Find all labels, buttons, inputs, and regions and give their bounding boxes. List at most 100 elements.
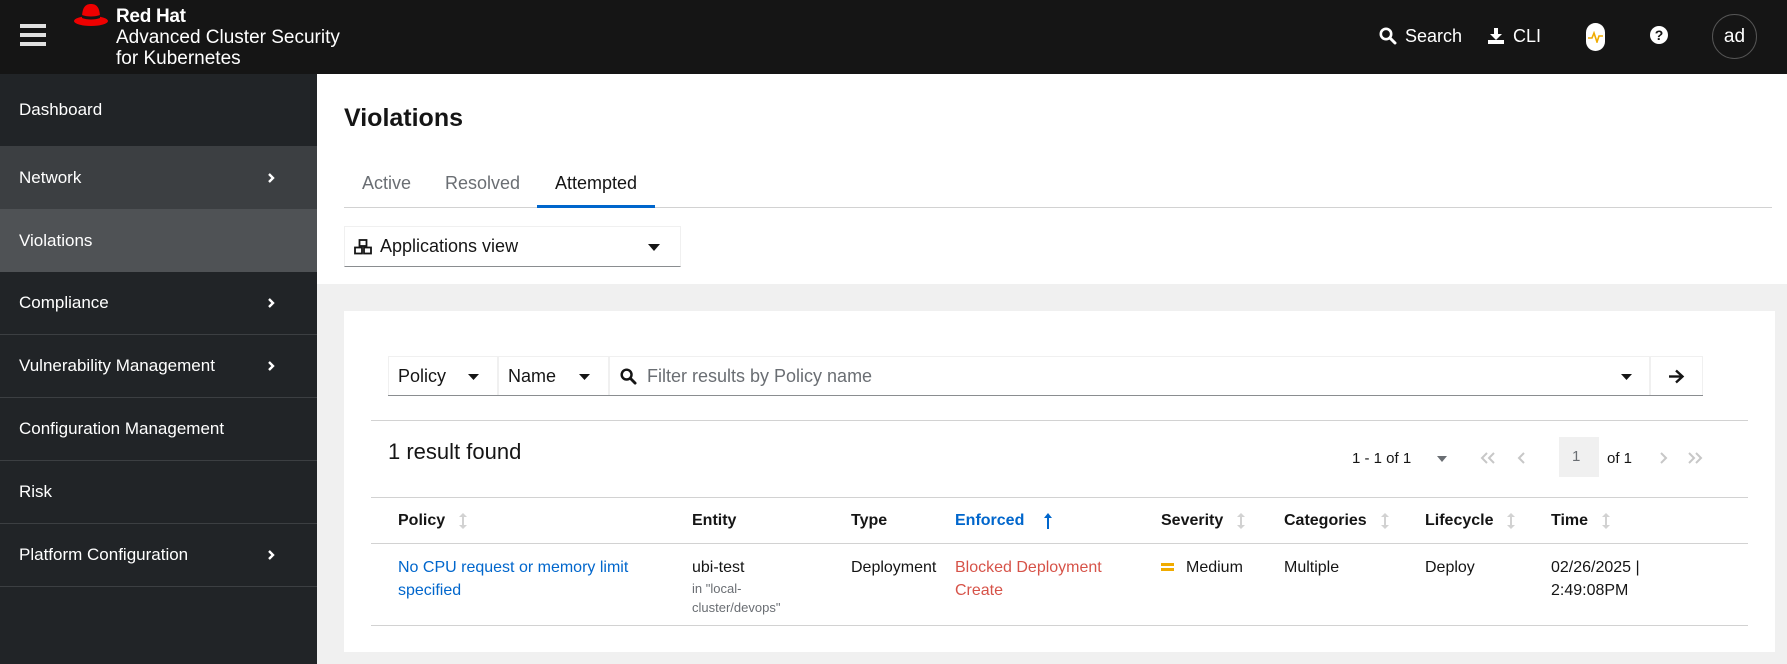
cli-label: CLI	[1513, 25, 1542, 46]
sidebar-item-violations[interactable]: Violations	[0, 209, 317, 272]
search-button[interactable]: Search	[1379, 22, 1462, 50]
cubes-icon	[354, 238, 372, 254]
divider	[371, 420, 1748, 421]
column-header-severity[interactable]: Severity	[1161, 512, 1246, 530]
filter-attribute-select[interactable]: Policy	[388, 356, 498, 395]
filter-field-select[interactable]: Name	[498, 356, 609, 395]
masthead: Red Hat Advanced Cluster Security for Ku…	[0, 0, 1787, 74]
sort-icon	[459, 513, 468, 529]
caret-down-icon	[468, 374, 479, 380]
column-label: Entity	[692, 512, 737, 529]
heartbeat-icon	[1588, 31, 1603, 43]
cell-type: Deployment	[851, 559, 937, 576]
column-header-categories[interactable]: Categories	[1284, 512, 1389, 530]
first-page-button[interactable]	[1480, 449, 1496, 469]
time-date: 02/26/2025 |	[1551, 559, 1640, 576]
caret-down-icon	[1437, 455, 1448, 462]
column-header-policy[interactable]: Policy	[398, 512, 468, 530]
filter-placeholder: Filter results by Policy name	[647, 365, 873, 386]
tab-active[interactable]: Active	[344, 158, 429, 208]
hamburger-line	[20, 24, 46, 28]
chevron-right-icon	[268, 361, 275, 371]
enforcement-line: Blocked Deployment	[955, 559, 1102, 576]
column-header-type: Type	[851, 512, 887, 530]
time-clock: 2:49:08PM	[1551, 582, 1629, 599]
filter-search-input[interactable]: Filter results by Policy name	[609, 356, 1650, 395]
cell-policy-link[interactable]: No CPU request or memory limit specified	[398, 556, 628, 602]
brand-product-line2: for Kubernetes	[116, 48, 241, 69]
caret-down-icon[interactable]	[1621, 374, 1632, 380]
page-header: Violations Active Resolved Attempted App…	[317, 74, 1787, 284]
policy-name-line: specified	[398, 582, 462, 599]
cell-categories: Multiple	[1284, 559, 1340, 576]
cli-download-button[interactable]: CLI	[1487, 22, 1541, 50]
filter-attribute-value: Policy	[398, 365, 447, 386]
caret-down-icon	[579, 374, 590, 380]
enforcement-line: Create	[955, 582, 1004, 599]
page-total: of 1	[1607, 450, 1633, 467]
column-header-time[interactable]: Time	[1551, 512, 1611, 530]
table-header-row: Policy Entity Type Enforced Severity Cat…	[371, 497, 1748, 544]
apply-filter-button[interactable]	[1650, 356, 1703, 395]
hamburger-line	[20, 42, 46, 46]
violations-tabs: Active Resolved Attempted	[344, 158, 1772, 208]
page-number-input[interactable]: 1	[1559, 437, 1599, 477]
policy-name-line: No CPU request or memory limit	[398, 559, 629, 576]
double-chevron-left-icon	[1480, 452, 1495, 464]
sort-icon	[1237, 513, 1246, 529]
cell-entity: ubi-test in "local- cluster/devops"	[692, 556, 780, 617]
system-health-button[interactable]	[1586, 23, 1605, 51]
chevron-right-icon	[268, 298, 275, 308]
sort-icon	[1507, 513, 1516, 529]
cell-enforced: Blocked Deployment Create	[955, 556, 1102, 602]
view-select[interactable]: Applications view	[344, 226, 681, 267]
tab-resolved[interactable]: Resolved	[427, 158, 538, 208]
tab-attempted[interactable]: Attempted	[537, 158, 656, 208]
filter-field-value: Name	[508, 365, 557, 386]
violations-table: Policy Entity Type Enforced Severity Cat…	[371, 497, 1748, 626]
sidebar-item-label: Compliance	[19, 293, 109, 312]
violations-card: Policy Name Filter results by Policy nam…	[344, 311, 1775, 652]
medium-severity-icon	[1161, 562, 1174, 573]
help-icon[interactable]: ?	[1650, 26, 1668, 44]
double-chevron-right-icon	[1688, 452, 1703, 464]
table-row[interactable]: No CPU request or memory limit specified…	[371, 544, 1748, 626]
caret-down-icon	[648, 244, 660, 251]
per-page-select[interactable]: 1 - 1 of 1	[1352, 450, 1448, 467]
user-avatar[interactable]: ad	[1712, 14, 1757, 59]
search-label: Search	[1405, 25, 1463, 46]
entity-location: in "local-	[692, 581, 742, 596]
column-header-enforced[interactable]: Enforced	[955, 512, 1053, 530]
column-label: Enforced	[955, 512, 1025, 529]
sidebar-item-label: Network	[19, 167, 82, 187]
sort-ascending-icon	[1044, 513, 1053, 529]
last-page-button[interactable]	[1687, 449, 1703, 469]
sidebar-item-risk[interactable]: Risk	[0, 461, 317, 524]
hamburger-line	[20, 33, 46, 37]
next-page-button[interactable]	[1659, 449, 1668, 469]
sidebar-item-label: Risk	[19, 482, 53, 501]
download-icon	[1488, 28, 1504, 44]
brand-product: Advanced Cluster Security for Kubernetes	[116, 27, 340, 69]
sidebar-item-dashboard[interactable]: Dashboard	[0, 74, 317, 146]
column-label: Type	[851, 512, 888, 529]
sidebar-item-platform-configuration[interactable]: Platform Configuration	[0, 524, 317, 587]
hamburger-menu-button[interactable]	[20, 24, 46, 46]
previous-page-button[interactable]	[1517, 449, 1526, 469]
column-header-entity: Entity	[692, 512, 736, 530]
sidebar-item-vulnerability-management[interactable]: Vulnerability Management	[0, 335, 317, 398]
pagination-range: 1 - 1 of 1	[1352, 450, 1412, 467]
main-content: Violations Active Resolved Attempted App…	[317, 74, 1787, 664]
sidebar-item-network[interactable]: Network	[0, 146, 317, 209]
sidebar-item-label: Violations	[19, 230, 93, 250]
result-count: 1 result found	[388, 439, 522, 464]
brand-product-line1: Advanced Cluster Security	[116, 27, 340, 48]
column-header-lifecycle[interactable]: Lifecycle	[1425, 512, 1516, 530]
sort-icon	[1380, 513, 1389, 529]
sidebar-item-label: Dashboard	[19, 100, 103, 119]
sidebar-item-configuration-management[interactable]: Configuration Management	[0, 398, 317, 461]
sidebar-item-compliance[interactable]: Compliance	[0, 272, 317, 335]
column-label: Policy	[398, 512, 446, 529]
entity-location: cluster/devops"	[692, 600, 781, 615]
cell-severity: Medium	[1161, 556, 1243, 579]
